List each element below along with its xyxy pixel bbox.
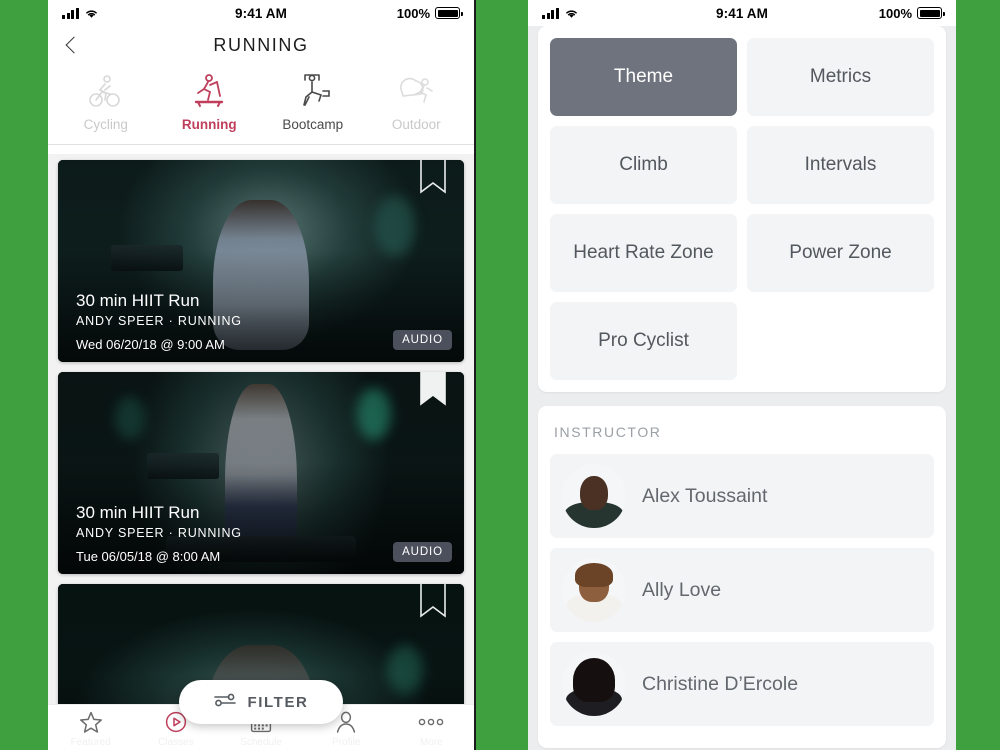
tab-label: More [420,737,443,748]
instructor-row-christine-dercole[interactable]: Christine D’Ercole [550,642,934,726]
instructor-name: Alex Toussaint [642,484,768,507]
category-tab-running[interactable]: Running [158,70,262,132]
bootcamp-icon [292,70,334,112]
bookmark-icon[interactable] [420,372,446,412]
filter-button[interactable]: FILTER [179,680,343,724]
status-bar: 9:41 AM 100% [528,0,956,26]
right-phone-screen: 9:41 AM 100% Theme Metrics Climb Interva… [528,0,956,750]
chip-power-zone[interactable]: Power Zone [747,214,934,292]
category-tab-bootcamp[interactable]: Bootcamp [261,70,365,132]
bookmark-icon[interactable] [420,160,446,200]
category-tab-cycling[interactable]: Cycling [54,70,158,132]
workout-card[interactable]: 30 min HIIT Run ANDY SPEER · RUNNING Tue… [58,372,464,574]
workout-list[interactable]: 30 min HIIT Run ANDY SPEER · RUNNING Wed… [48,154,474,704]
battery-icon [917,7,945,19]
workout-info: 30 min HIIT Run ANDY SPEER · RUNNING Tue… [76,503,374,564]
audio-badge: AUDIO [393,330,452,350]
tab-featured[interactable]: Featured [48,710,133,748]
tab-more[interactable]: More [389,710,474,748]
chip-intervals[interactable]: Intervals [747,126,934,204]
left-phone-screen: 9:41 AM 100% RUNNING Cycling Running Boo… [48,0,476,750]
category-label: Running [181,117,237,132]
tab-label: Profile [332,737,361,748]
workout-title: 30 min HIIT Run [76,503,200,522]
category-tab-outdoor[interactable]: Outdoor [365,70,469,132]
instructor-name: Christine D’Ercole [642,672,799,695]
status-bar-time: 9:41 AM [235,5,287,21]
avatar [562,652,626,716]
audio-badge: AUDIO [393,542,452,562]
workout-subtitle: ANDY SPEER · RUNNING [76,526,242,540]
chip-pro-cyclist[interactable]: Pro Cyclist [550,302,737,380]
chevron-left-icon[interactable] [64,37,80,53]
chip-metrics[interactable]: Metrics [747,38,934,116]
cycling-icon [86,70,126,112]
category-label: Outdoor [391,117,441,132]
star-icon [79,710,103,734]
category-label: Bootcamp [282,117,344,132]
chip-heart-rate-zone[interactable]: Heart Rate Zone [550,214,737,292]
nav-header: RUNNING [48,26,474,64]
sliders-icon [213,692,236,713]
battery-icon [435,7,463,19]
instructor-row-ally-love[interactable]: Ally Love [550,548,934,632]
category-label: Cycling [83,117,128,132]
chip-climb[interactable]: Climb [550,126,737,204]
instructor-row-alex-toussaint[interactable]: Alex Toussaint [550,454,934,538]
class-type-card: Theme Metrics Climb Intervals Heart Rate… [538,26,946,392]
ellipsis-icon [418,710,444,734]
workout-subtitle: ANDY SPEER · RUNNING [76,314,242,328]
chip-theme[interactable]: Theme [550,38,737,116]
instructor-section-title: INSTRUCTOR [554,424,662,440]
class-type-chip-grid: Theme Metrics Climb Intervals Heart Rate… [550,38,934,380]
avatar [562,558,626,622]
status-bar: 9:41 AM 100% [48,0,474,26]
instructor-card: INSTRUCTOR Alex Toussaint Ally Love Chri… [538,406,946,748]
workout-info: 30 min HIIT Run ANDY SPEER · RUNNING Wed… [76,291,374,352]
tab-label: Schedule [240,737,282,748]
filter-options-panel: Theme Metrics Climb Intervals Heart Rate… [528,26,956,750]
workout-datetime: Wed 06/20/18 @ 9:00 AM [76,337,225,352]
page-title: RUNNING [213,34,309,55]
bookmark-icon[interactable] [420,584,446,624]
filter-button-label: FILTER [247,693,309,711]
tab-label: Classes [158,737,194,748]
outdoor-icon [394,70,438,112]
workout-title: 30 min HIIT Run [76,291,200,310]
workout-datetime: Tue 06/05/18 @ 8:00 AM [76,549,221,564]
avatar [562,464,626,528]
workout-card[interactable]: 30 min HIIT Run ANDY SPEER · RUNNING Wed… [58,160,464,362]
tab-label: Featured [70,737,111,748]
category-tabs: Cycling Running Bootcamp Outdoor [48,64,474,145]
instructor-name: Ally Love [642,578,722,601]
status-bar-time: 9:41 AM [716,5,768,21]
running-icon [188,70,230,112]
